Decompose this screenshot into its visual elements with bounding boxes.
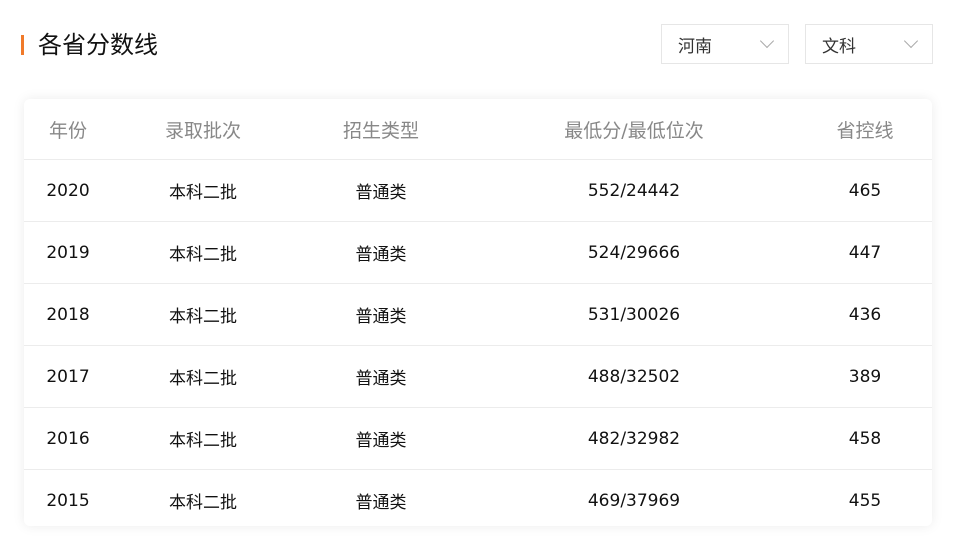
table-cell: 455 bbox=[848, 490, 882, 511]
table-cell: 本科二批 bbox=[169, 245, 237, 265]
province-select[interactable]: 河南 bbox=[661, 24, 789, 64]
table-header: 年份 录取批次 招生类型 最低分/最低位次 省控线 bbox=[24, 99, 932, 160]
title-accent-bar bbox=[21, 35, 24, 55]
header-batch: 录取批次 bbox=[164, 119, 242, 142]
table-row: 2019 本科二批 普通类 524/29666 447 bbox=[24, 222, 932, 284]
header-control-line: 省控线 bbox=[836, 119, 894, 142]
table-row: 2016 本科二批 普通类 482/32982 458 bbox=[24, 408, 932, 470]
chevron-down-icon bbox=[903, 33, 919, 49]
table-cell: 2015 bbox=[46, 490, 90, 511]
table-cell: 482/32982 bbox=[587, 428, 681, 449]
table-cell: 本科二批 bbox=[169, 307, 237, 327]
table-cell: 488/32502 bbox=[587, 366, 681, 387]
chevron-down-icon bbox=[759, 33, 775, 49]
table-cell: 2019 bbox=[46, 242, 90, 263]
table-row: 2020 本科二批 普通类 552/24442 465 bbox=[24, 160, 932, 222]
table-cell: 469/37969 bbox=[587, 490, 681, 511]
score-table: 年份 录取批次 招生类型 最低分/最低位次 省控线 2020 本科二批 普通类 552/244… bbox=[24, 99, 932, 526]
header-type: 招生类型 bbox=[342, 119, 420, 142]
table-cell: 本科二批 bbox=[169, 431, 237, 451]
table-cell: 465 bbox=[848, 180, 882, 201]
table-cell: 458 bbox=[848, 428, 882, 449]
subject-select[interactable]: 文科 bbox=[805, 24, 933, 64]
table-cell: 普通类 bbox=[355, 431, 407, 451]
table-cell: 552/24442 bbox=[587, 180, 681, 201]
table-cell: 447 bbox=[848, 242, 882, 263]
table-cell: 本科二批 bbox=[169, 369, 237, 389]
table-cell: 2017 bbox=[46, 366, 90, 387]
table-cell: 524/29666 bbox=[587, 242, 681, 263]
header-year: 年份 bbox=[48, 119, 88, 142]
header-min-score-rank: 最低分/最低位次 bbox=[564, 119, 704, 142]
table-cell: 436 bbox=[848, 304, 882, 325]
table-cell: 普通类 bbox=[355, 369, 407, 389]
table-cell: 普通类 bbox=[355, 493, 407, 513]
table-cell: 本科二批 bbox=[169, 183, 237, 203]
subject-value: 文科 bbox=[822, 36, 856, 57]
table-cell: 普通类 bbox=[355, 245, 407, 265]
table-cell: 普通类 bbox=[355, 307, 407, 327]
table-cell: 2020 bbox=[46, 180, 90, 201]
table-cell: 531/30026 bbox=[587, 304, 681, 325]
table-cell: 2016 bbox=[46, 428, 90, 449]
table-cell: 389 bbox=[848, 366, 882, 387]
province-value: 河南 bbox=[678, 36, 712, 57]
table-cell: 本科二批 bbox=[169, 493, 237, 513]
page-title: 各省分数线 bbox=[38, 31, 158, 59]
table-row: 2015 本科二批 普通类 469/37969 455 bbox=[24, 470, 932, 526]
table-row: 2018 本科二批 普通类 531/30026 436 bbox=[24, 284, 932, 346]
table-cell: 2018 bbox=[46, 304, 90, 325]
table-cell: 普通类 bbox=[355, 183, 407, 203]
table-row: 2017 本科二批 普通类 488/32502 389 bbox=[24, 346, 932, 408]
